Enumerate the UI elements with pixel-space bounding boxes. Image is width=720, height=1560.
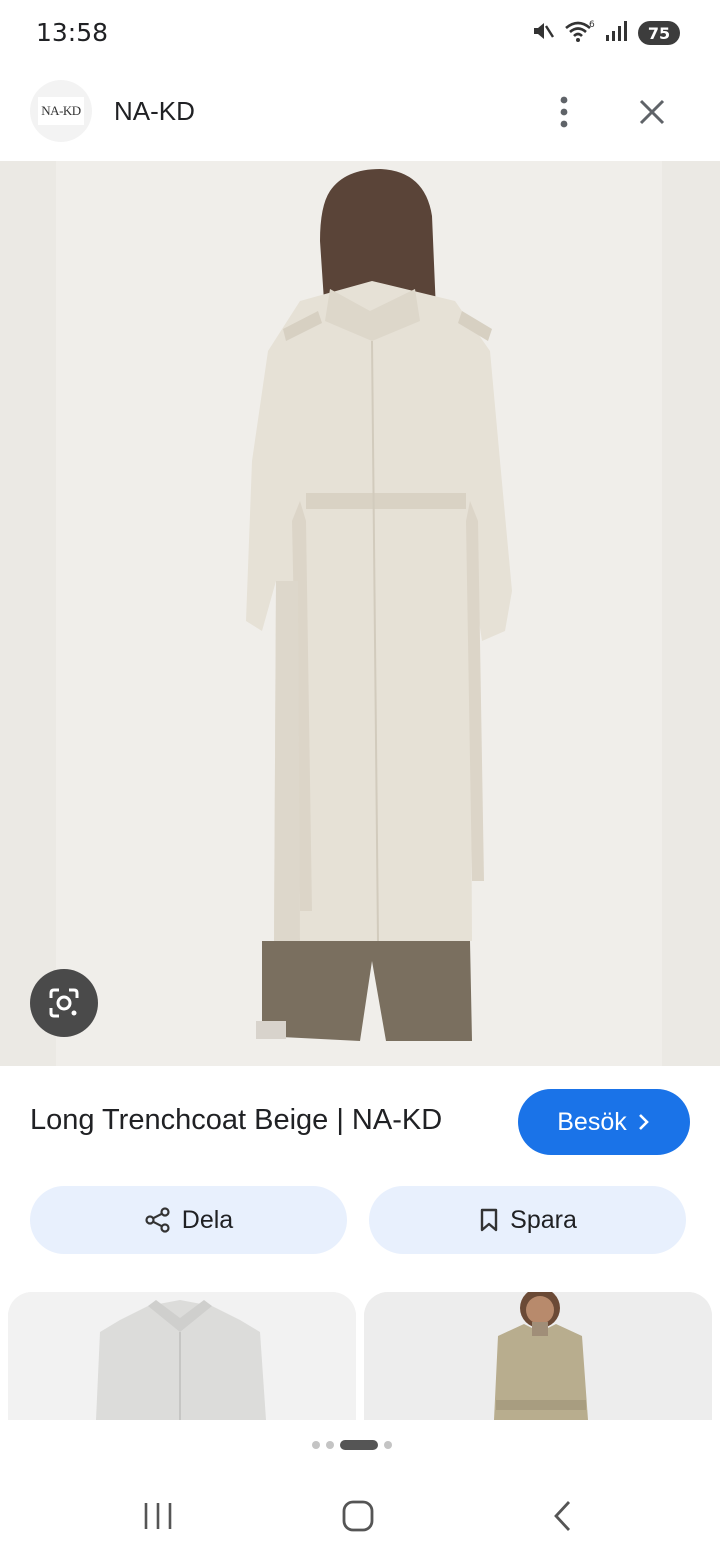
related-result-2[interactable] — [364, 1292, 712, 1420]
lens-button[interactable] — [30, 969, 98, 1037]
svg-text:6: 6 — [589, 20, 595, 30]
pagination-dot[interactable] — [326, 1441, 334, 1449]
header: NA-KD NA-KD — [0, 72, 720, 160]
site-logo[interactable]: NA-KD — [30, 80, 92, 142]
site-name[interactable]: NA-KD — [114, 96, 195, 127]
chevron-right-icon — [638, 1114, 649, 1130]
recent-apps-icon — [144, 1503, 172, 1529]
pagination-dots — [312, 1440, 392, 1450]
share-button[interactable]: Dela — [30, 1186, 347, 1254]
more-vertical-icon — [560, 96, 568, 128]
save-label: Spara — [510, 1205, 577, 1234]
status-time: 13:58 — [36, 18, 109, 47]
share-label: Dela — [181, 1205, 234, 1234]
pagination-dot[interactable] — [312, 1441, 320, 1449]
battery-icon: 75 — [638, 21, 680, 45]
back-button[interactable] — [532, 1490, 592, 1542]
more-options-button[interactable] — [542, 90, 586, 134]
lens-icon — [49, 988, 79, 1018]
visit-label: Besök — [557, 1107, 627, 1136]
recent-apps-button[interactable] — [128, 1490, 188, 1542]
product-image[interactable] — [0, 161, 720, 1066]
signal-icon — [604, 19, 630, 48]
status-icons: 6 75 — [530, 18, 680, 48]
back-icon — [554, 1501, 571, 1531]
status-bar: 13:58 6 75 — [0, 0, 720, 64]
home-icon — [342, 1500, 374, 1532]
save-button[interactable]: Spara — [369, 1186, 686, 1254]
close-button[interactable] — [630, 90, 674, 134]
visit-button[interactable]: Besök — [518, 1089, 690, 1155]
wifi-icon: 6 — [564, 18, 596, 49]
pagination-dot[interactable] — [384, 1441, 392, 1449]
pagination-dot-active[interactable] — [340, 1440, 378, 1450]
bookmark-icon — [480, 1208, 498, 1232]
close-icon — [639, 99, 665, 125]
related-result-1[interactable] — [8, 1292, 356, 1420]
home-button[interactable] — [328, 1490, 388, 1542]
share-icon — [145, 1207, 170, 1233]
result-title[interactable]: Long Trenchcoat Beige | NA-KD — [30, 1104, 442, 1137]
mute-icon — [530, 18, 556, 49]
site-logo-text: NA-KD — [38, 97, 84, 125]
